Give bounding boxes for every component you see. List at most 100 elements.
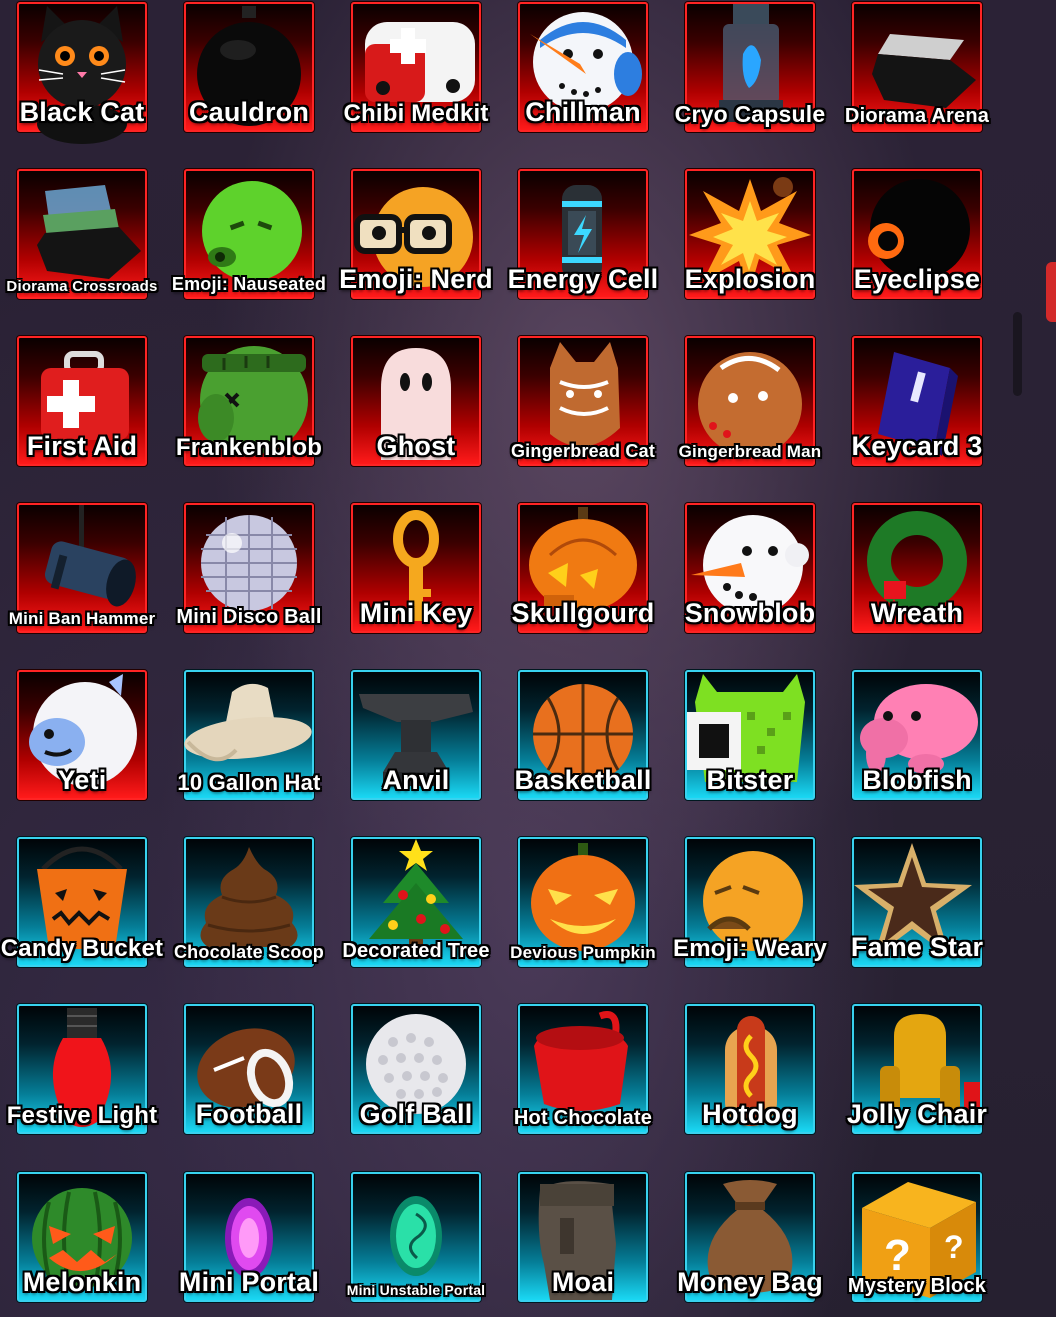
item-tile-diorama-arena[interactable]: Diorama Arena xyxy=(845,2,989,132)
item-tile-mini-unstable-portal[interactable]: Mini Unstable Portal xyxy=(347,1172,485,1302)
item-tile-festive-light[interactable]: Festive Light xyxy=(7,1004,157,1134)
item-tile-explosion[interactable]: Explosion xyxy=(685,169,815,299)
item-tile-decorated-tree[interactable]: Decorated Tree xyxy=(342,837,489,967)
item-tile-cryo-capsule[interactable]: Cryo Capsule xyxy=(675,2,825,132)
football-icon xyxy=(197,1028,295,1108)
cowboy-hat-icon xyxy=(184,683,312,762)
cryo-capsule-icon xyxy=(719,4,783,122)
hot-chocolate-icon xyxy=(534,1011,628,1111)
item-tile-basketball[interactable]: Basketball xyxy=(514,670,651,800)
key-icon xyxy=(393,510,439,621)
svg-text:?: ? xyxy=(884,1231,911,1280)
item-tile-emoji-nauseated[interactable]: Emoji: Nauseated xyxy=(172,169,326,299)
golf-ball-icon xyxy=(366,1014,466,1114)
emoji-weary-icon xyxy=(703,851,803,951)
frankenblob-icon xyxy=(198,346,308,454)
item-tile-snowblob[interactable]: Snowblob xyxy=(685,503,815,633)
mini-portal-icon xyxy=(225,1198,273,1278)
item-tile-football[interactable]: Football xyxy=(184,1004,314,1134)
item-tile-skullgourd[interactable]: Skullgourd xyxy=(512,503,654,633)
ban-hammer-icon xyxy=(44,505,136,607)
inventory-grid: Black Cat Cauldron Chibi Medkit Chillman… xyxy=(0,0,1000,1317)
item-tile-money-bag[interactable]: Money Bag xyxy=(677,1172,823,1302)
item-tile-anvil[interactable]: Anvil xyxy=(351,670,481,800)
item-tile-chibi-medkit[interactable]: Chibi Medkit xyxy=(343,2,488,132)
mystery-block-icon: ? ? xyxy=(862,1182,976,1298)
festive-light-icon xyxy=(52,1008,112,1127)
item-tile-energy-cell[interactable]: Energy Cell xyxy=(508,169,658,299)
emoji-nauseated-icon xyxy=(202,181,302,281)
ghost-icon xyxy=(381,348,451,460)
item-tile-emoji-weary[interactable]: Emoji: Weary xyxy=(673,837,827,967)
diorama-arena-icon xyxy=(872,34,976,108)
item-tile-jolly-chair[interactable]: Jolly Chair xyxy=(847,1004,987,1134)
item-tile-mystery-block[interactable]: ? ? Mystery Block xyxy=(848,1172,986,1302)
item-tile-golf-ball[interactable]: Golf Ball xyxy=(351,1004,481,1134)
chillman-icon xyxy=(530,12,642,112)
item-tile-yeti[interactable]: Yeti xyxy=(17,670,147,800)
item-tile-fame-star[interactable]: Fame Star xyxy=(851,837,983,967)
item-tile-devious-pumpkin[interactable]: Devious Pumpkin xyxy=(510,837,656,967)
cauldron-icon xyxy=(197,6,301,126)
item-tile-black-cat[interactable]: Black Cat xyxy=(17,2,147,144)
item-tile-cauldron[interactable]: Cauldron xyxy=(184,2,314,132)
devious-pumpkin-icon xyxy=(531,843,635,951)
item-tile-chillman[interactable]: Chillman xyxy=(518,2,648,132)
melonkin-icon xyxy=(32,1188,132,1288)
jolly-chair-icon xyxy=(880,1014,980,1116)
gingerbread-cat-icon xyxy=(550,342,620,447)
skullgourd-icon xyxy=(529,507,637,611)
black-cat-icon xyxy=(37,6,127,144)
snowblob-icon xyxy=(691,515,809,615)
item-tile-bitster[interactable]: Bitster xyxy=(685,670,815,800)
yeti-icon xyxy=(29,674,137,786)
side-tab-handle[interactable] xyxy=(1046,262,1056,322)
item-tile-mini-key[interactable]: Mini Key xyxy=(351,503,481,633)
eyeclipse-icon xyxy=(868,179,970,279)
item-tile-mini-portal[interactable]: Mini Portal xyxy=(179,1172,319,1302)
item-tile-emoji-nerd[interactable]: Emoji: Nerd xyxy=(339,169,493,299)
item-tile-chocolate-scoop[interactable]: Chocolate Scoop xyxy=(174,837,324,967)
item-tile-diorama-crossroads[interactable]: Diorama Crossroads xyxy=(6,169,157,299)
item-tile-eyeclipse[interactable]: Eyeclipse xyxy=(852,169,982,299)
item-tile-gingerbread-man[interactable]: Gingerbread Man xyxy=(679,336,821,466)
chocolate-scoop-icon xyxy=(200,847,298,947)
item-tile-gingerbread-cat[interactable]: Gingerbread Cat xyxy=(511,336,655,466)
bitster-icon xyxy=(687,674,805,782)
money-bag-icon xyxy=(707,1180,793,1293)
first-aid-icon xyxy=(41,351,129,440)
moai-icon xyxy=(538,1181,616,1300)
item-tile-keycard-3[interactable]: Keycard 3 xyxy=(852,336,982,466)
item-tile-mini-disco-ball[interactable]: Mini Disco Ball xyxy=(176,503,321,633)
emoji-nerd-icon xyxy=(354,187,473,287)
explosion-icon xyxy=(689,177,811,293)
candy-bucket-icon xyxy=(37,846,127,949)
diorama-crossroads-icon xyxy=(37,185,141,279)
item-tile-moai[interactable]: Moai xyxy=(518,1172,648,1302)
scrollbar-thumb[interactable] xyxy=(1013,312,1022,396)
item-tile-candy-bucket[interactable]: Candy Bucket xyxy=(1,837,163,967)
item-tile-first-aid[interactable]: First Aid xyxy=(17,336,147,466)
fame-star-icon xyxy=(854,843,972,957)
item-tile-hot-chocolate[interactable]: Hot Chocolate xyxy=(514,1004,652,1134)
hotdog-icon xyxy=(725,1016,777,1126)
item-tile-melonkin[interactable]: Melonkin xyxy=(17,1172,147,1302)
basketball-icon xyxy=(533,684,633,784)
energy-cell-icon xyxy=(562,185,602,281)
item-tile-wreath[interactable]: Wreath xyxy=(852,503,982,633)
item-tile-blobfish[interactable]: Blobfish xyxy=(852,670,982,800)
blobfish-icon xyxy=(860,684,978,774)
item-tile-10-gallon-hat[interactable]: 10 Gallon Hat xyxy=(177,670,320,800)
item-tile-mini-ban-hammer[interactable]: Mini Ban Hammer xyxy=(9,503,155,633)
item-tile-ghost[interactable]: Ghost xyxy=(351,336,481,466)
chibi-medkit-icon xyxy=(365,22,475,102)
disco-ball-icon xyxy=(201,515,297,611)
gingerbread-man-icon xyxy=(698,352,802,456)
keycard-icon xyxy=(878,352,958,456)
wreath-icon xyxy=(867,511,967,615)
item-tile-frankenblob[interactable]: Frankenblob xyxy=(176,336,322,466)
item-tile-hotdog[interactable]: Hotdog xyxy=(685,1004,815,1134)
anvil-icon xyxy=(359,694,473,786)
christmas-tree-icon xyxy=(369,839,463,953)
unstable-portal-icon xyxy=(390,1196,442,1276)
